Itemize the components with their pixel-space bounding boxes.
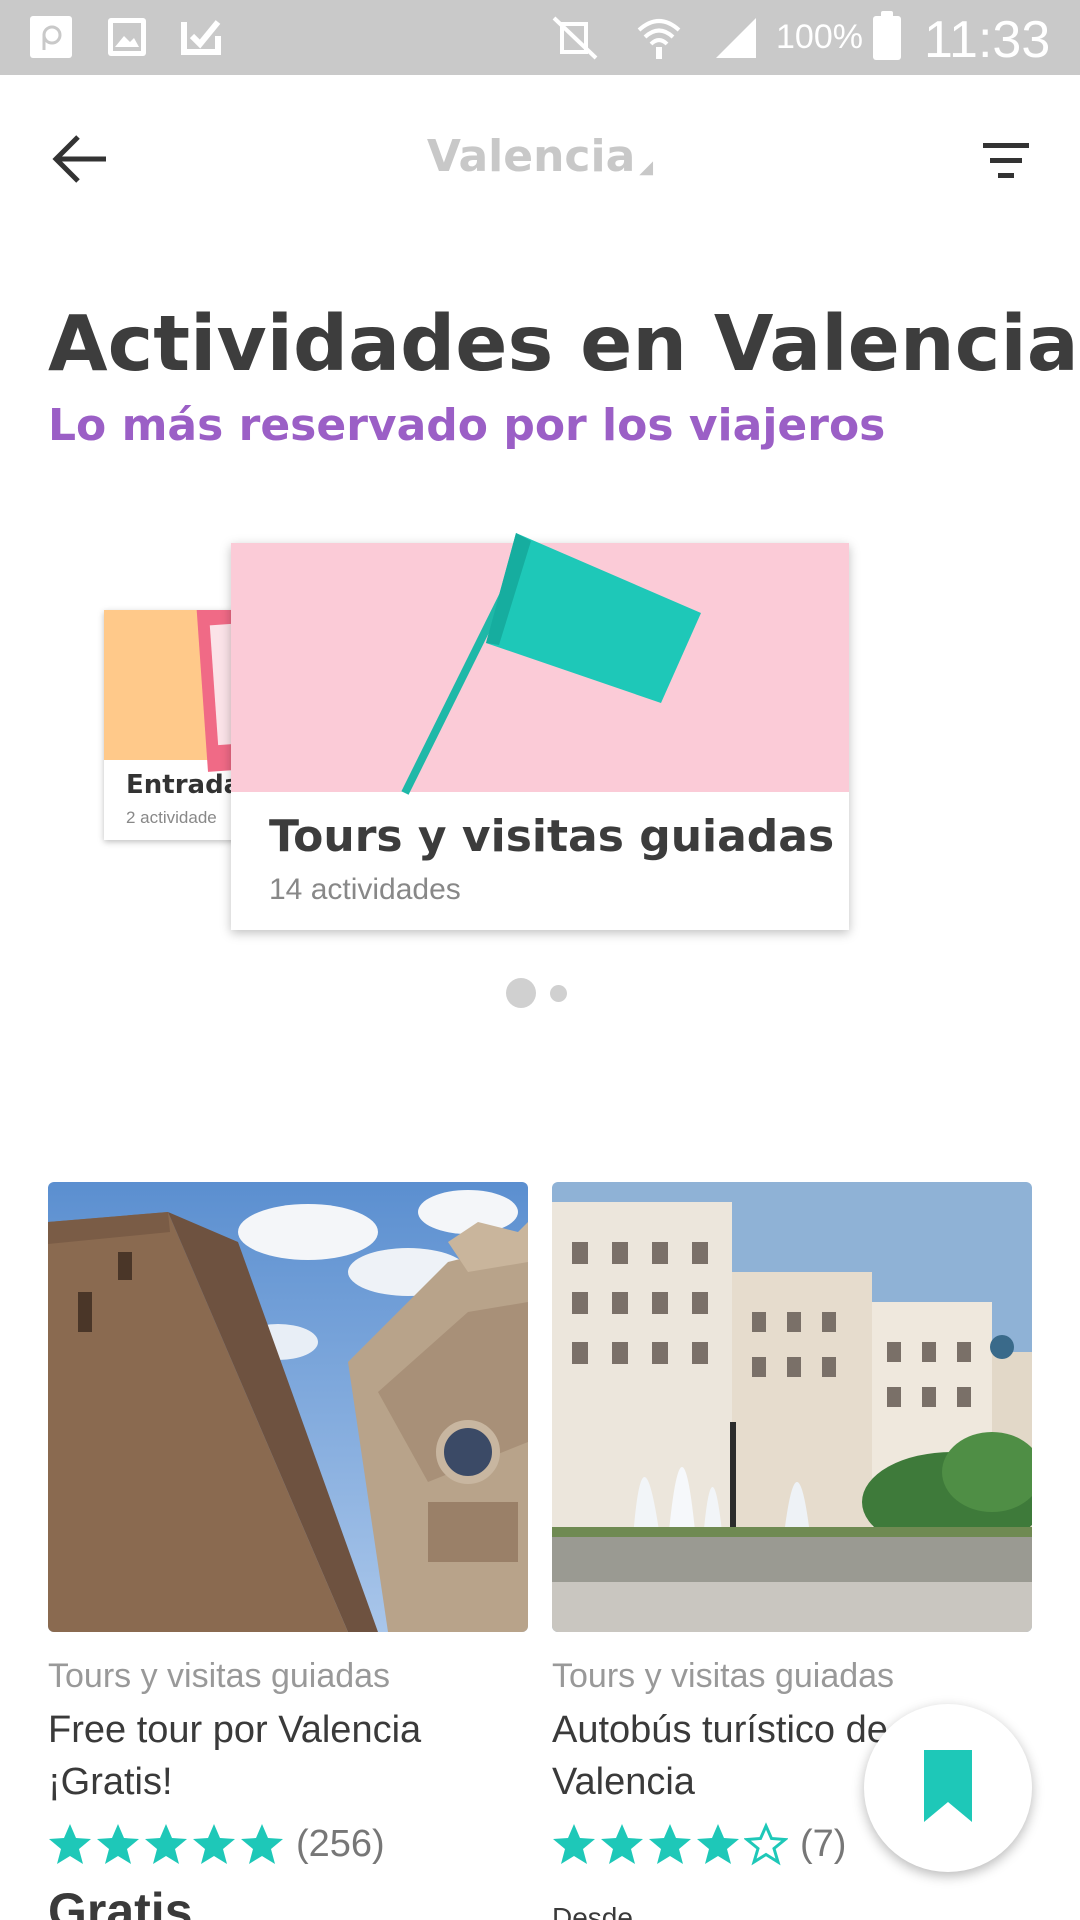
star-filled-icon	[553, 1824, 595, 1864]
category-title: Entrada	[126, 770, 242, 800]
star-filled-icon	[193, 1824, 235, 1864]
app-bar: Valencia ◢	[0, 75, 1080, 245]
bookmark-button[interactable]	[864, 1704, 1032, 1872]
activity-photo	[552, 1182, 1032, 1632]
battery-percent: 100%	[776, 18, 863, 56]
category-count: 2 actividade	[126, 808, 217, 827]
flag-icon	[401, 533, 701, 795]
app-bar-title[interactable]: Valencia ◢	[0, 131, 1080, 182]
category-image	[231, 533, 849, 795]
pager-dot-active[interactable]	[506, 978, 536, 1008]
star-filled-icon	[241, 1824, 283, 1864]
pager-dot[interactable]	[550, 985, 567, 1002]
clock: 11:33	[924, 11, 1051, 69]
image-icon	[108, 18, 146, 56]
activity-price: Gratis	[48, 1883, 193, 1920]
category-card[interactable]: Tours y visitas guiadas 14 actividades	[231, 533, 849, 930]
bookmark-icon	[924, 1750, 972, 1822]
category-title: Tours y visitas guiadas	[269, 811, 835, 862]
filter-icon[interactable]	[978, 137, 1034, 185]
star-filled-icon	[601, 1824, 643, 1864]
status-bar: 100% 11:33	[0, 0, 1080, 75]
activity-photo	[48, 1182, 528, 1632]
rating-stars: (7)	[552, 1822, 846, 1866]
page-title: Actividades en Valencia	[48, 300, 1079, 389]
star-filled-icon	[97, 1824, 139, 1864]
star-filled-icon	[49, 1824, 91, 1864]
review-count: (256)	[296, 1822, 385, 1865]
category-count: 14 actividades	[269, 873, 461, 906]
caret-down-icon: ◢	[639, 157, 654, 178]
wifi-icon	[637, 19, 681, 59]
mute-icon	[552, 16, 598, 60]
category-card[interactable]: Entrada 2 actividade	[104, 610, 244, 840]
star-outline-icon	[744, 1822, 788, 1866]
activity-category: Tours y visitas guiadas	[48, 1657, 391, 1695]
city-name: Valencia	[426, 131, 636, 182]
star-filled-icon	[697, 1824, 739, 1864]
activity-category: Tours y visitas guiadas	[552, 1657, 895, 1695]
check-icon	[181, 20, 221, 55]
price-prefix: Desde	[552, 1902, 633, 1920]
notification-p-icon	[30, 16, 72, 58]
signal-icon	[716, 18, 756, 58]
carousel-pager	[506, 978, 586, 1010]
page-subtitle: Lo más reservado por los viajeros	[48, 400, 886, 451]
star-filled-icon	[649, 1824, 691, 1864]
activity-name[interactable]: Free tour por Valencia ¡Gratis!	[48, 1704, 528, 1808]
star-filled-icon	[145, 1824, 187, 1864]
rating-stars: (256)	[48, 1822, 385, 1866]
battery-icon	[873, 11, 901, 60]
review-count: (7)	[800, 1822, 847, 1865]
